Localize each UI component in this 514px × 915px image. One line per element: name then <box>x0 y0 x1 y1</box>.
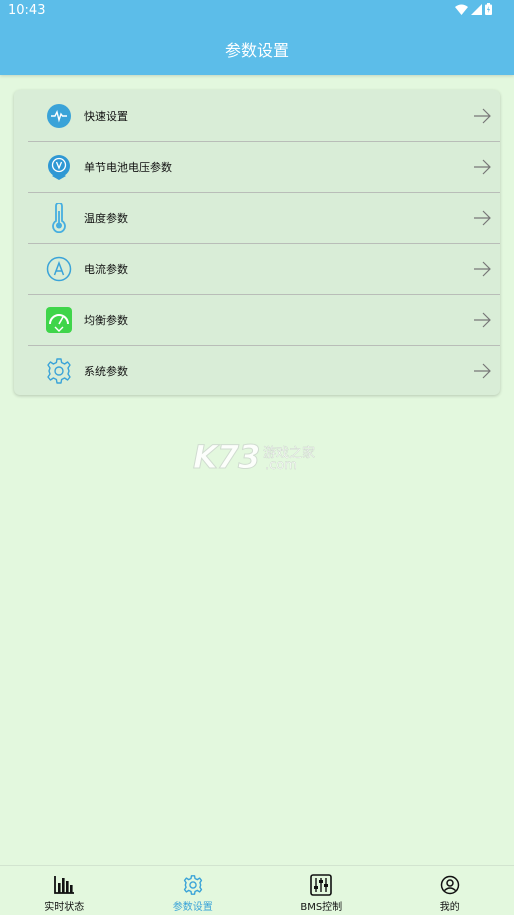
wifi-icon <box>455 4 468 15</box>
arrow-right-icon <box>472 361 492 381</box>
nav-label: 参数设置 <box>173 898 213 913</box>
arrow-right-icon <box>472 259 492 279</box>
menu-item-label: 电流参数 <box>84 261 472 277</box>
arrow-right-icon <box>472 106 492 126</box>
thermometer-icon <box>46 205 72 231</box>
watermark-logo: K73 <box>193 438 259 476</box>
menu-item-label: 快速设置 <box>84 108 472 124</box>
nav-label: 我的 <box>440 898 460 913</box>
status-icons <box>455 3 492 15</box>
watermark-domain: .com <box>265 458 297 473</box>
status-time: 10:43 <box>8 3 45 18</box>
menu-item-system[interactable]: 系统参数 <box>28 345 500 396</box>
bar-chart-icon <box>53 874 75 896</box>
app-header: 10:43 参数设置 <box>0 0 514 75</box>
battery-icon <box>485 3 492 15</box>
pulse-icon <box>46 103 72 129</box>
menu-item-cell-voltage[interactable]: 单节电池电压参数 <box>28 141 500 193</box>
menu-item-temperature[interactable]: 温度参数 <box>28 192 500 244</box>
balance-gauge-icon <box>46 307 72 333</box>
watermark: K73 游戏之家 .com <box>193 438 323 478</box>
page-title: 参数设置 <box>0 37 514 61</box>
gear-icon <box>46 358 72 384</box>
arrow-right-icon <box>472 157 492 177</box>
menu-item-quick-settings[interactable]: 快速设置 <box>28 90 500 142</box>
nav-my[interactable]: 我的 <box>386 866 514 915</box>
nav-label: 实时状态 <box>44 898 84 913</box>
signal-icon <box>471 4 482 15</box>
sliders-icon <box>310 874 332 896</box>
nav-realtime-status[interactable]: 实时状态 <box>0 866 129 915</box>
settings-card: 快速设置 单节电池电压参数 温度参数 电流参数 均衡参数 系统参数 <box>14 90 500 395</box>
menu-item-label: 单节电池电压参数 <box>84 159 472 175</box>
menu-item-label: 温度参数 <box>84 210 472 226</box>
nav-label: BMS控制 <box>300 898 342 913</box>
menu-item-label: 均衡参数 <box>84 312 472 328</box>
gear-icon <box>182 874 204 896</box>
user-icon <box>439 874 461 896</box>
arrow-right-icon <box>472 310 492 330</box>
bottom-nav: 实时状态 参数设置 BMS控制 我的 <box>0 865 514 915</box>
nav-param-settings[interactable]: 参数设置 <box>129 866 258 915</box>
arrow-right-icon <box>472 208 492 228</box>
menu-item-label: 系统参数 <box>84 363 472 379</box>
voltage-icon <box>46 154 72 180</box>
menu-item-current[interactable]: 电流参数 <box>28 243 500 295</box>
nav-bms-control[interactable]: BMS控制 <box>257 866 386 915</box>
ampere-icon <box>46 256 72 282</box>
menu-item-balance[interactable]: 均衡参数 <box>28 294 500 346</box>
